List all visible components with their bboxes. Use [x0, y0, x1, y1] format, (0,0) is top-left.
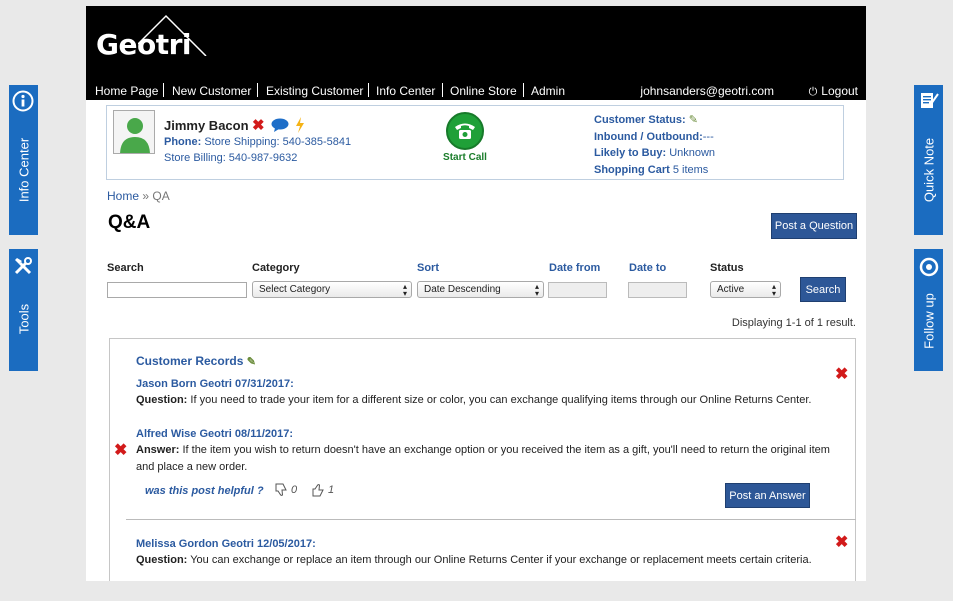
- nav-new-customer[interactable]: New Customer: [172, 84, 251, 98]
- logout-label: Logout: [821, 84, 858, 98]
- follow-up-tab[interactable]: Follow up: [914, 249, 943, 371]
- customer-status-row: Customer Status: ✎: [594, 114, 698, 126]
- nav-divider: [442, 83, 443, 97]
- likely-to-buy-row: Likely to Buy: Unknown: [594, 147, 716, 159]
- thumbs-up-icon: [312, 484, 324, 497]
- status-label: Status: [710, 262, 744, 274]
- select-arrows-icon: ▴ ▾: [534, 282, 539, 298]
- record-divider: [126, 519, 856, 520]
- question-text: Question: If you need to trade your item…: [136, 394, 812, 406]
- sort-label: Sort: [417, 262, 439, 274]
- records-panel: Customer Records ✎ Jason Born Geotri 07/…: [109, 338, 856, 581]
- chat-icon[interactable]: [271, 118, 289, 132]
- select-arrows-icon: ▴ ▾: [771, 282, 776, 298]
- main-page: Geotri Home Page New Customer Existing C…: [86, 6, 866, 581]
- customer-name: Jimmy Bacon: [164, 118, 249, 133]
- search-button[interactable]: Search: [800, 277, 846, 302]
- answer-text: Answer: If the item you wish to return d…: [136, 444, 830, 473]
- follow-up-icon: [919, 257, 939, 277]
- sort-select[interactable]: Date Descending ▴ ▾: [417, 281, 544, 298]
- lightning-icon[interactable]: [295, 117, 305, 133]
- thumbs-down-button[interactable]: 0: [274, 483, 297, 497]
- delete-question-icon[interactable]: ✖: [835, 535, 848, 551]
- answer-author: Alfred Wise Geotri 08/11/2017:: [136, 428, 294, 440]
- helpful-prompt: was this post helpful ?: [145, 485, 264, 497]
- info-center-tab[interactable]: Info Center: [9, 85, 38, 235]
- quick-note-tab-label: Quick Note: [921, 137, 936, 203]
- user-avatar-icon: [120, 118, 150, 153]
- breadcrumb-separator: »: [142, 189, 150, 203]
- select-arrows-icon: ▴ ▾: [402, 282, 407, 298]
- tools-icon: [14, 257, 32, 275]
- power-icon: ⏻: [808, 86, 818, 98]
- date-from-label: Date from: [549, 262, 601, 274]
- note-icon: [921, 93, 939, 108]
- nav-admin[interactable]: Admin: [531, 84, 565, 98]
- date-to-input[interactable]: [628, 282, 687, 298]
- customer-panel: Jimmy Bacon ✖ Phone: Store Shipping: 540…: [106, 105, 844, 180]
- nav-existing-customer[interactable]: Existing Customer: [266, 84, 363, 98]
- info-icon: [12, 90, 34, 112]
- start-call-label: Start Call: [443, 152, 487, 163]
- nav-divider: [257, 83, 258, 97]
- user-email[interactable]: johnsanders@geotri.com: [640, 84, 774, 98]
- logout-button[interactable]: ⏻ Logout: [809, 84, 858, 99]
- header: Geotri Home Page New Customer Existing C…: [86, 6, 866, 100]
- result-count: Displaying 1-1 of 1 result.: [731, 317, 856, 329]
- category-label: Category: [252, 262, 300, 274]
- nav-divider: [523, 83, 524, 97]
- question-author: Melissa Gordon Geotri 12/05/2017:: [136, 538, 316, 550]
- customer-status-panel: Customer Status: ✎ Inbound / Outbound:--…: [594, 112, 715, 178]
- inbound-outbound-row: Inbound / Outbound:---: [594, 130, 714, 143]
- delete-answer-icon[interactable]: ✖: [114, 443, 127, 459]
- logo[interactable]: Geotri: [96, 28, 192, 61]
- date-to-label: Date to: [629, 262, 667, 274]
- thumbs-down-icon: [275, 483, 287, 496]
- customer-billing: Store Billing: 540-987-9632: [164, 152, 298, 164]
- main-nav: Home Page New Customer Existing Customer…: [86, 80, 866, 100]
- search-input[interactable]: [107, 282, 247, 298]
- delete-customer-icon[interactable]: ✖: [252, 116, 265, 134]
- quick-note-tab[interactable]: Quick Note: [914, 85, 943, 235]
- status-select[interactable]: Active ▴ ▾: [710, 281, 781, 298]
- breadcrumb: Home » QA: [107, 189, 170, 203]
- customer-actions: ✖: [252, 116, 305, 134]
- date-from-input[interactable]: [548, 282, 607, 298]
- thumbs-up-button[interactable]: 1: [311, 483, 334, 497]
- avatar: [113, 110, 155, 154]
- post-answer-button[interactable]: Post an Answer: [725, 483, 810, 508]
- info-center-tab-label: Info Center: [16, 137, 31, 203]
- records-heading: Customer Records ✎: [136, 354, 256, 368]
- edit-records-icon[interactable]: ✎: [247, 356, 256, 368]
- phone-icon: [446, 112, 484, 150]
- customer-phone: Phone: Store Shipping: 540-385-5841: [164, 136, 352, 148]
- follow-up-tab-label: Follow up: [921, 293, 936, 349]
- category-select[interactable]: Select Category ▴ ▾: [252, 281, 412, 298]
- breadcrumb-home[interactable]: Home: [107, 189, 139, 203]
- nav-home-page[interactable]: Home Page: [95, 84, 158, 98]
- nav-divider: [368, 83, 369, 97]
- post-question-button[interactable]: Post a Question: [771, 213, 857, 239]
- question-author: Jason Born Geotri 07/31/2017:: [136, 378, 294, 390]
- search-label: Search: [107, 262, 144, 274]
- question-text: Question: You can exchange or replace an…: [136, 554, 812, 566]
- tools-tab[interactable]: Tools: [9, 249, 38, 371]
- shopping-cart-row[interactable]: Shopping Cart 5 items: [594, 162, 715, 179]
- page-title: Q&A: [108, 212, 151, 233]
- nav-info-center[interactable]: Info Center: [376, 84, 435, 98]
- tools-tab-label: Tools: [16, 303, 31, 335]
- nav-online-store[interactable]: Online Store: [450, 84, 517, 98]
- start-call-button[interactable]: Start Call: [440, 112, 490, 163]
- breadcrumb-current: QA: [152, 189, 170, 203]
- edit-status-icon[interactable]: ✎: [689, 114, 698, 126]
- nav-divider: [163, 83, 164, 97]
- delete-question-icon[interactable]: ✖: [835, 367, 848, 383]
